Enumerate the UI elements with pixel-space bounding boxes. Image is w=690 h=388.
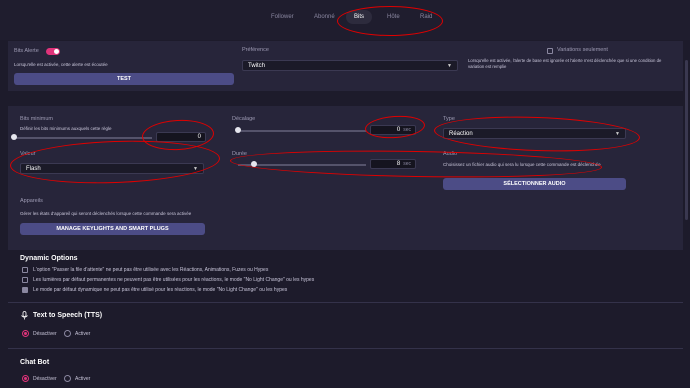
chevron-down-icon: ▼ — [193, 165, 198, 172]
tab-hote[interactable]: Hôte — [387, 14, 400, 20]
tts-on-radio[interactable] — [64, 330, 71, 337]
dynamic-options-title: Dynamic Options — [20, 255, 78, 262]
bits-min-slider-track[interactable] — [14, 137, 152, 139]
tab-raid[interactable]: Raid — [420, 14, 432, 20]
chatbot-title: Chat Bot — [20, 359, 50, 366]
alert-title: Bits Alerte — [14, 48, 39, 54]
dynamic-option-checkbox[interactable] — [22, 287, 28, 293]
duration-slider-knob[interactable] — [251, 161, 257, 167]
tab-follower[interactable]: Follower — [271, 14, 294, 20]
preference-label: Préférence — [242, 47, 269, 53]
manage-devices-button[interactable]: MANAGE KEYLIGHTS AND SMART PLUGS — [20, 223, 205, 235]
offset-label: Décalage — [232, 116, 256, 122]
divider — [8, 302, 683, 303]
divider — [8, 348, 683, 349]
type-select[interactable]: Réaction ▼ — [443, 128, 626, 139]
microphone-icon — [21, 311, 28, 320]
tts-title: Text to Speech (TTS) — [33, 312, 103, 319]
chatbot-off-radio[interactable] — [22, 375, 29, 382]
dynamic-option-text: L'option "Passer la file d'attente" ne p… — [33, 267, 269, 273]
valeur-value: Flash — [26, 165, 41, 172]
bits-min-slider-knob[interactable] — [11, 134, 17, 140]
audio-description: Choisissez un fichier audio qui sera lu … — [443, 162, 601, 167]
valeur-select[interactable]: Flash ▼ — [20, 163, 204, 174]
preference-select[interactable]: Twitch ▼ — [242, 60, 458, 71]
alert-description: Lorsqu'elle est activée, cette alerte es… — [14, 62, 108, 67]
test-button[interactable]: TEST — [14, 73, 234, 85]
select-audio-button[interactable]: SÉLECTIONNER AUDIO — [443, 178, 626, 190]
type-value: Réaction — [449, 130, 473, 137]
devices-label: Appareils — [20, 198, 43, 204]
variations-label: Variations seulement — [557, 47, 608, 53]
preference-value: Twitch — [248, 62, 266, 69]
tab-abonne[interactable]: Abonné — [314, 14, 335, 20]
variations-description: Lorsqu'elle est activée, l'alerte de bas… — [468, 58, 662, 69]
bits-min-input[interactable]: 0 — [156, 132, 206, 142]
valeur-label: Valeur — [20, 151, 36, 157]
audio-label: Audio — [443, 151, 458, 157]
offset-unit: sec — [403, 127, 411, 133]
duration-slider-track[interactable] — [238, 164, 366, 166]
scrollbar[interactable] — [685, 60, 688, 220]
duration-unit: sec — [403, 161, 411, 167]
alert-toggle[interactable] — [46, 48, 60, 55]
chevron-down-icon: ▼ — [447, 62, 452, 69]
chatbot-off-label: Désactiver — [33, 376, 57, 382]
dynamic-option-checkbox[interactable] — [22, 277, 28, 283]
chatbot-on-radio[interactable] — [64, 375, 71, 382]
devices-description: Gérer les états d'appareil qui seront dé… — [20, 211, 192, 216]
bits-min-description: Définir les bits minimums auxquels cette… — [20, 126, 112, 131]
tts-on-label: Activer — [75, 331, 91, 337]
duration-label: Durée — [232, 151, 247, 157]
variations-checkbox[interactable] — [547, 48, 553, 54]
tab-bar: Follower Abonné Bits Hôte Raid — [0, 0, 690, 40]
chevron-down-icon: ▼ — [615, 130, 620, 137]
offset-slider-knob[interactable] — [235, 127, 241, 133]
duration-value: 8 — [396, 161, 401, 167]
dynamic-option-text: Le mode par défaut dynamique ne peut pas… — [33, 287, 288, 293]
bits-min-value: 0 — [197, 134, 201, 140]
tts-off-radio[interactable] — [22, 330, 29, 337]
bits-min-label: Bits minimum — [20, 116, 54, 122]
tab-bits[interactable]: Bits — [346, 10, 373, 24]
tts-off-label: Désactiver — [33, 331, 57, 337]
duration-input[interactable]: 8 sec — [370, 159, 416, 169]
offset-value: 0 — [396, 127, 401, 133]
offset-input[interactable]: 0 sec — [370, 125, 416, 135]
dynamic-option-checkbox[interactable] — [22, 267, 28, 273]
dynamic-option-text: Les lumières par défaut permanentes ne p… — [33, 277, 315, 283]
chatbot-on-label: Activer — [75, 376, 91, 382]
type-label: Type — [443, 116, 455, 122]
offset-slider-track[interactable] — [238, 130, 366, 132]
